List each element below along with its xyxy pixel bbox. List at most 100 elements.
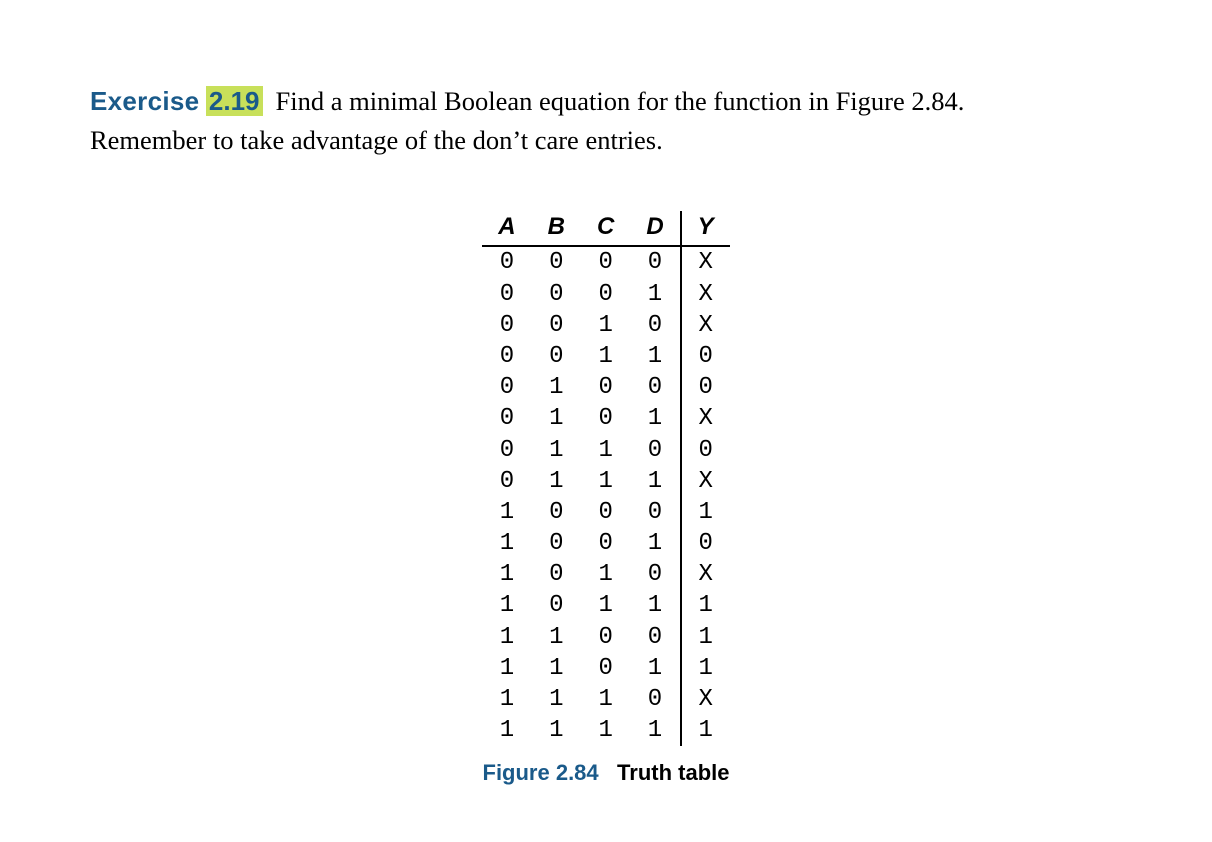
cell: 0 [630, 497, 680, 528]
cell: 0 [482, 466, 531, 497]
cell: 0 [630, 622, 680, 653]
table-body: 0000X 0001X 0010X 00110 01000 0101X 0110… [482, 246, 729, 746]
cell-y: 1 [681, 590, 730, 621]
cell: 1 [630, 403, 680, 434]
cell: 0 [532, 279, 581, 310]
cell: 1 [581, 684, 630, 715]
cell-y: 1 [681, 653, 730, 684]
cell-y: X [681, 403, 730, 434]
table-header-row: A B C D Y [482, 211, 729, 246]
cell: 0 [581, 622, 630, 653]
cell: 0 [581, 653, 630, 684]
cell: 0 [630, 684, 680, 715]
col-header-C: C [581, 211, 630, 246]
cell: 1 [581, 559, 630, 590]
cell-y: 1 [681, 715, 730, 746]
cell-y: X [681, 279, 730, 310]
cell: 0 [581, 246, 630, 278]
cell: 1 [630, 341, 680, 372]
cell-y: 0 [681, 528, 730, 559]
cell: 1 [532, 715, 581, 746]
cell: 0 [630, 310, 680, 341]
cell: 1 [630, 715, 680, 746]
cell: 1 [581, 435, 630, 466]
cell: 1 [581, 310, 630, 341]
cell: 1 [581, 341, 630, 372]
table-row: 11001 [482, 622, 729, 653]
cell: 0 [630, 559, 680, 590]
cell: 0 [532, 528, 581, 559]
cell: 1 [532, 372, 581, 403]
cell-y: X [681, 684, 730, 715]
cell: 0 [482, 403, 531, 434]
table-row: 10001 [482, 497, 729, 528]
cell: 1 [532, 403, 581, 434]
col-header-D: D [630, 211, 680, 246]
cell: 0 [532, 310, 581, 341]
exercise-text-1: Find a minimal Boolean equation for the … [276, 86, 965, 116]
cell: 0 [482, 246, 531, 278]
table-row: 11111 [482, 715, 729, 746]
col-header-A: A [482, 211, 531, 246]
cell: 0 [581, 497, 630, 528]
cell: 1 [630, 279, 680, 310]
cell: 1 [482, 715, 531, 746]
cell: 0 [581, 403, 630, 434]
figure-caption: Figure 2.84 Truth table [483, 760, 730, 786]
table-row: 10111 [482, 590, 729, 621]
cell: 0 [581, 528, 630, 559]
cell-y: X [681, 246, 730, 278]
table-row: 1110X [482, 684, 729, 715]
cell: 0 [630, 435, 680, 466]
cell-y: 0 [681, 341, 730, 372]
cell-y: 1 [681, 622, 730, 653]
cell: 0 [630, 372, 680, 403]
cell: 1 [532, 653, 581, 684]
cell: 1 [482, 528, 531, 559]
cell: 1 [532, 622, 581, 653]
cell: 1 [532, 684, 581, 715]
table-row: 1010X [482, 559, 729, 590]
cell-y: X [681, 310, 730, 341]
table-row: 01100 [482, 435, 729, 466]
cell: 1 [532, 435, 581, 466]
figure-title: Truth table [617, 760, 729, 785]
cell: 1 [482, 590, 531, 621]
truth-table: A B C D Y 0000X 0001X 0010X 00110 01000 … [482, 211, 729, 746]
cell: 0 [532, 246, 581, 278]
cell: 1 [630, 528, 680, 559]
cell: 0 [532, 590, 581, 621]
cell: 0 [482, 341, 531, 372]
cell: 1 [482, 622, 531, 653]
table-row: 10010 [482, 528, 729, 559]
cell: 1 [581, 466, 630, 497]
cell: 0 [532, 497, 581, 528]
exercise-text-2: Remember to take advantage of the don’t … [90, 125, 663, 155]
cell-y: 0 [681, 435, 730, 466]
table-row: 0111X [482, 466, 729, 497]
cell: 0 [482, 435, 531, 466]
table-row: 0010X [482, 310, 729, 341]
table-row: 0000X [482, 246, 729, 278]
exercise-paragraph: Exercise 2.19 Find a minimal Boolean equ… [90, 82, 1122, 159]
figure: A B C D Y 0000X 0001X 0010X 00110 01000 … [90, 211, 1122, 786]
cell: 1 [482, 653, 531, 684]
table-row: 01000 [482, 372, 729, 403]
cell: 1 [482, 497, 531, 528]
cell: 0 [581, 279, 630, 310]
cell-y: 0 [681, 372, 730, 403]
cell-y: X [681, 466, 730, 497]
cell: 1 [482, 559, 531, 590]
cell: 0 [532, 341, 581, 372]
table-row: 0001X [482, 279, 729, 310]
cell: 0 [532, 559, 581, 590]
cell: 0 [630, 246, 680, 278]
cell: 1 [630, 590, 680, 621]
col-header-Y: Y [681, 211, 730, 246]
exercise-number: 2.19 [206, 86, 263, 116]
cell: 0 [482, 279, 531, 310]
cell: 1 [581, 715, 630, 746]
cell: 1 [532, 466, 581, 497]
figure-label: Figure 2.84 [483, 760, 599, 785]
col-header-B: B [532, 211, 581, 246]
